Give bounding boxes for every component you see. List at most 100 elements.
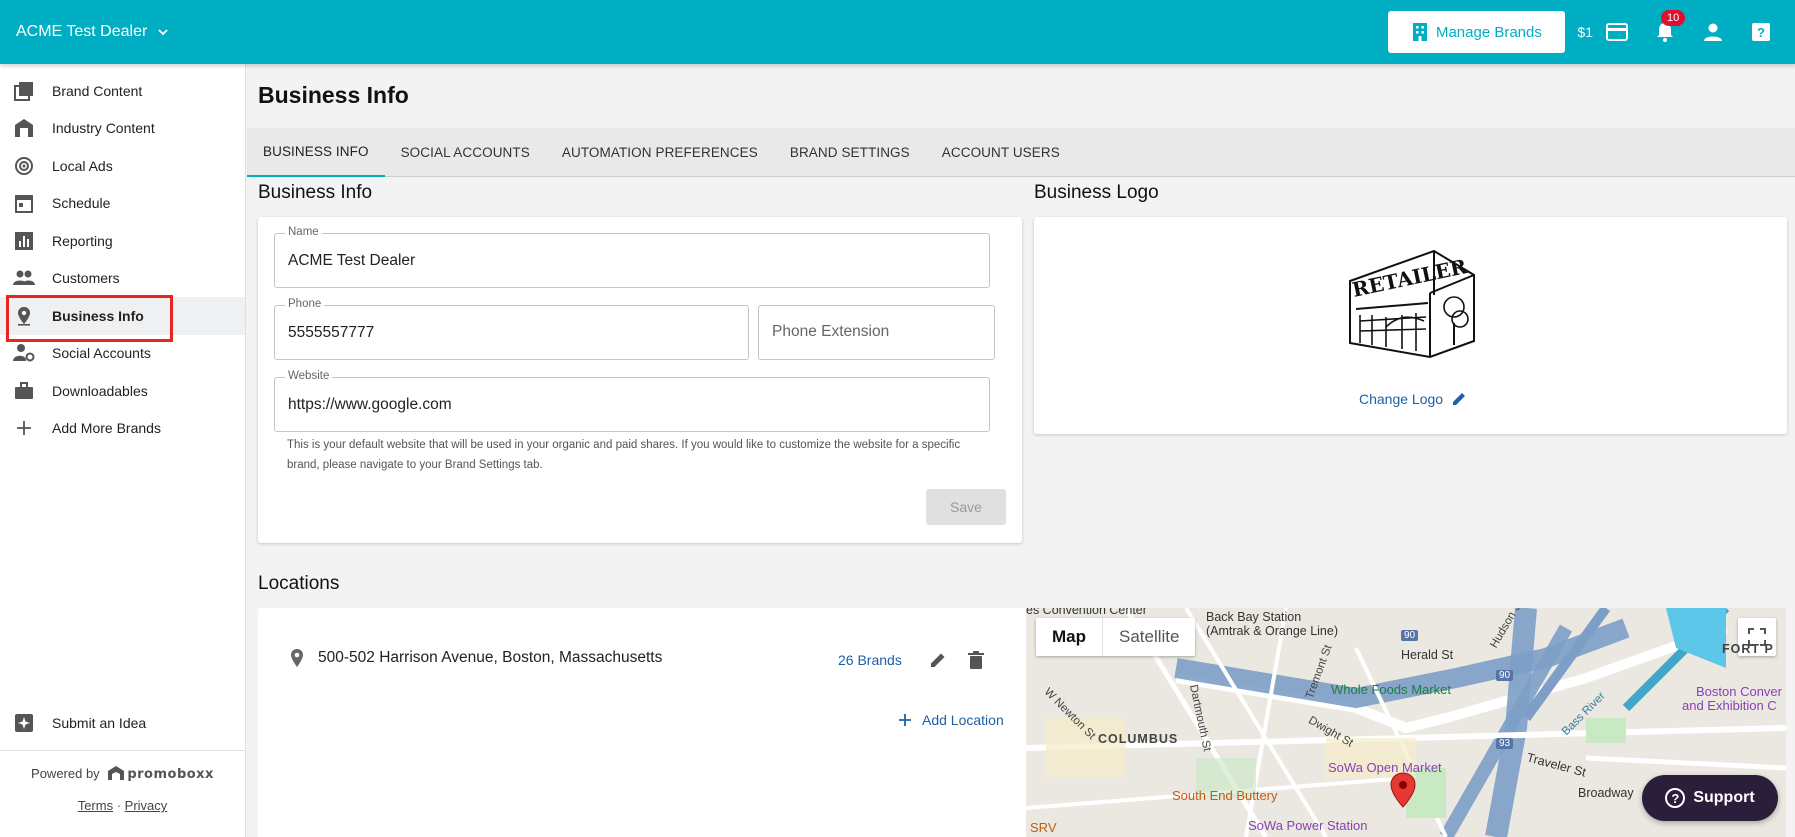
map-label: South End Buttery: [1172, 788, 1278, 803]
sidebar-item-brand-content[interactable]: Brand Content: [0, 72, 245, 110]
phone-value: 5555557777: [288, 324, 375, 341]
sidebar-item-label: Add More Brands: [52, 420, 161, 437]
notification-badge: 10: [1661, 10, 1686, 26]
submit-idea-button[interactable]: Submit an Idea: [0, 704, 245, 742]
tab-automation-preferences[interactable]: AUTOMATION PREFERENCES: [546, 128, 774, 177]
promoboxx-logo-icon: [108, 766, 125, 780]
sidebar-item-add-more-brands[interactable]: Add More Brands: [0, 410, 245, 448]
tab-social-accounts[interactable]: SOCIAL ACCOUNTS: [385, 128, 546, 177]
satellite-view-button[interactable]: Satellite: [1103, 618, 1195, 656]
map-label: COLUMBUS: [1098, 732, 1179, 746]
phone-extension-input[interactable]: [772, 323, 984, 341]
phone-extension-field[interactable]: [758, 305, 995, 360]
chevron-down-icon: [158, 29, 168, 36]
business-info-card: Name ACME Test Dealer Phone 5555557777 W…: [258, 217, 1022, 543]
sidebar-item-label: Schedule: [52, 195, 111, 212]
sidebar-item-industry-content[interactable]: Industry Content: [0, 110, 245, 148]
map-pin-icon: [13, 305, 35, 327]
location-row: 500-502 Harrison Avenue, Boston, Massach…: [290, 648, 662, 668]
change-logo-button[interactable]: Change Logo: [1359, 391, 1467, 407]
business-logo-card: RETAILER Change Logo: [1034, 217, 1787, 434]
support-button[interactable]: ? Support: [1642, 775, 1778, 821]
plus-icon: [899, 714, 911, 726]
phone-label: Phone: [285, 298, 325, 310]
tab-bar: BUSINESS INFO SOCIAL ACCOUNTS AUTOMATION…: [247, 128, 1795, 177]
sidebar-item-label: Brand Content: [52, 82, 143, 99]
help-circle-icon: ?: [1665, 788, 1686, 808]
map-label: Back Bay Station: [1206, 610, 1302, 624]
idea-icon: [13, 712, 35, 734]
website-field[interactable]: Website https://www.google.com: [274, 370, 990, 432]
industry-content-icon: [13, 117, 35, 139]
sidebar-item-label: Local Ads: [52, 157, 113, 174]
sidebar-item-schedule[interactable]: Schedule: [0, 185, 245, 223]
svg-text:?: ?: [1757, 25, 1765, 40]
building-icon: [1412, 23, 1427, 41]
highway-shield: 93: [1496, 738, 1514, 749]
map-label: SoWa Open Market: [1328, 760, 1442, 775]
map-marker-icon[interactable]: [1390, 772, 1416, 808]
promoboxx-brand: promoboxx: [127, 767, 214, 782]
terms-link[interactable]: Terms: [78, 798, 113, 813]
submit-idea-label: Submit an Idea: [52, 714, 147, 731]
map-label: Broadway: [1578, 786, 1634, 800]
delete-location-icon[interactable]: [964, 648, 988, 672]
credit-card-icon[interactable]: [1603, 18, 1631, 46]
map-label: SRV: [1030, 820, 1057, 835]
sidebar-item-customers[interactable]: Customers: [0, 260, 245, 298]
sidebar-item-local-ads[interactable]: Local Ads: [0, 147, 245, 185]
map-label: Herald St: [1401, 648, 1454, 662]
powered-by-footer: Powered by promoboxx Terms · Privacy: [0, 750, 245, 813]
briefcase-icon: [13, 380, 35, 402]
map-label: es Convention Center: [1026, 608, 1147, 617]
tab-business-info[interactable]: BUSINESS INFO: [247, 128, 385, 177]
pencil-icon: [1453, 393, 1466, 405]
phone-field[interactable]: Phone 5555557777: [274, 298, 749, 360]
sidebar-item-label: Business Info: [52, 307, 144, 324]
dealer-selector[interactable]: ACME Test Dealer: [16, 23, 169, 41]
save-button[interactable]: Save: [926, 489, 1006, 525]
map-view-button[interactable]: Map: [1036, 618, 1103, 656]
business-logo-heading: Business Logo: [1034, 182, 1159, 203]
locations-card: 500-502 Harrison Avenue, Boston, Massach…: [258, 608, 1034, 837]
person-gear-icon: [13, 342, 35, 364]
credit-balance: $1: [1577, 24, 1593, 40]
name-value: ACME Test Dealer: [288, 252, 416, 269]
tab-brand-settings[interactable]: BRAND SETTINGS: [774, 128, 926, 177]
dealer-name: ACME Test Dealer: [16, 23, 148, 40]
sidebar-item-label: Social Accounts: [52, 345, 151, 362]
manage-brands-label: Manage Brands: [1435, 23, 1542, 41]
business-info-heading: Business Info: [258, 182, 373, 203]
brand-content-icon: [13, 80, 35, 102]
edit-location-icon[interactable]: [926, 648, 950, 672]
tab-account-users[interactable]: ACCOUNT USERS: [926, 128, 1076, 177]
account-icon[interactable]: [1699, 18, 1727, 46]
sidebar-item-social-accounts[interactable]: Social Accounts: [0, 335, 245, 373]
privacy-link[interactable]: Privacy: [125, 798, 168, 813]
footer-separator: ·: [116, 798, 122, 813]
help-icon[interactable]: ?: [1747, 18, 1775, 46]
sidebar-item-downloadables[interactable]: Downloadables: [0, 372, 245, 410]
location-brands-link[interactable]: 26 Brands: [838, 652, 902, 668]
manage-brands-button[interactable]: Manage Brands: [1388, 11, 1566, 53]
website-value: https://www.google.com: [288, 396, 452, 413]
map-label: Boston Conver: [1696, 684, 1782, 699]
add-location-button[interactable]: Add Location: [898, 712, 1004, 728]
map-label: (Amtrak & Orange Line): [1206, 624, 1338, 638]
highway-shield: 90: [1496, 670, 1514, 681]
calendar-icon: [13, 192, 35, 214]
map-label: Whole Foods Market: [1331, 682, 1451, 697]
name-field[interactable]: Name ACME Test Dealer: [274, 226, 990, 288]
website-label: Website: [285, 370, 333, 382]
page-title: Business Info: [258, 82, 409, 108]
location-pin-icon: [291, 649, 303, 667]
locations-heading: Locations: [258, 573, 340, 594]
map-label: FORT P: [1722, 642, 1774, 656]
add-location-label: Add Location: [922, 712, 1004, 728]
powered-by-label: Powered by: [31, 766, 100, 781]
notifications-bell-icon[interactable]: 10: [1651, 10, 1686, 46]
change-logo-label: Change Logo: [1359, 391, 1444, 407]
sidebar-item-business-info[interactable]: Business Info: [0, 295, 245, 342]
sidebar-item-reporting[interactable]: Reporting: [0, 222, 245, 260]
map-label: and Exhibition C: [1682, 698, 1777, 713]
